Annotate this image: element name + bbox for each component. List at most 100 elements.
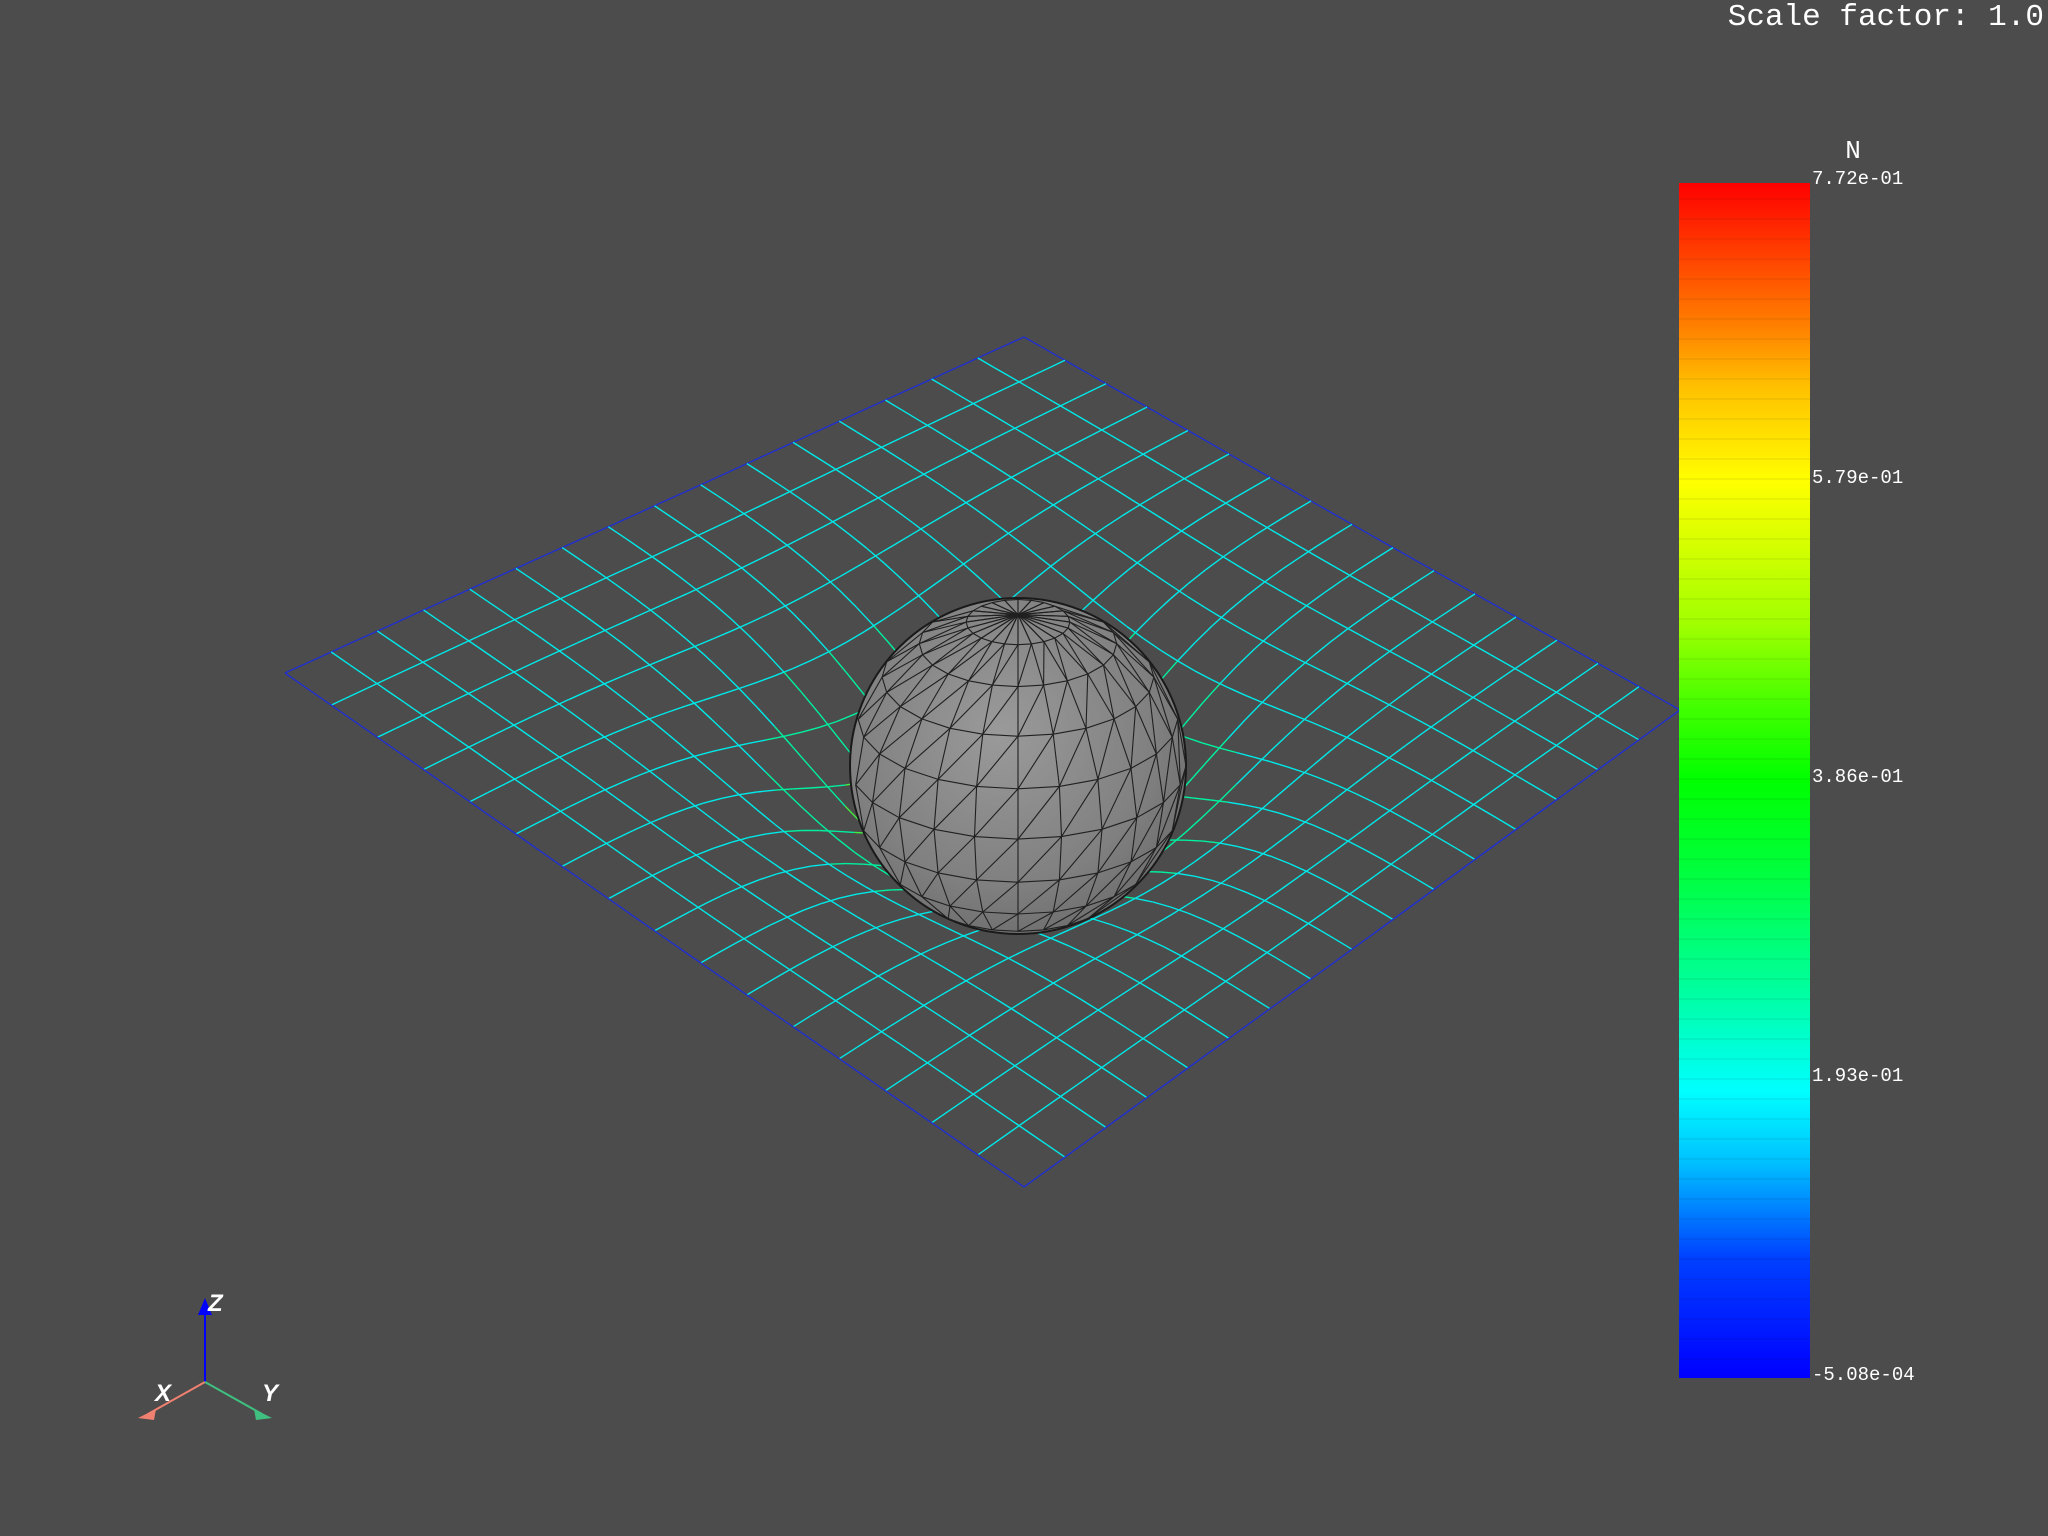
mesh-line (1060, 1084, 1078, 1098)
mesh-line (1480, 732, 1499, 746)
mesh-line (1184, 736, 1203, 744)
mesh-line (889, 1015, 908, 1027)
mesh-line (1231, 561, 1249, 573)
mesh-line (613, 617, 633, 628)
mesh-line (803, 586, 822, 598)
mesh-line (441, 750, 461, 762)
mesh-line (532, 791, 552, 806)
mesh-line (1329, 729, 1348, 739)
mesh-line (1081, 467, 1099, 480)
mesh-line (469, 801, 489, 816)
mesh-line (1126, 443, 1144, 455)
mesh-line (1142, 1026, 1161, 1040)
mesh-line (1254, 632, 1273, 650)
mesh-line (1234, 486, 1253, 499)
mesh-line (832, 511, 852, 523)
mesh-line (1225, 502, 1243, 514)
mesh-line (1159, 660, 1179, 682)
mesh-line (1089, 373, 1107, 385)
mesh-line (1092, 918, 1111, 926)
mesh-line (1335, 948, 1353, 962)
mesh-line (607, 526, 627, 540)
mesh-line (1192, 463, 1212, 475)
mesh-line (1275, 510, 1294, 523)
mesh-line (635, 917, 655, 932)
mesh-line (1110, 923, 1129, 932)
mesh-line (940, 984, 959, 996)
mesh-line (991, 1106, 1011, 1120)
mesh-line (1097, 1009, 1117, 1022)
mesh-line (836, 830, 855, 834)
mesh-line (1103, 962, 1123, 974)
mesh-line (741, 558, 761, 569)
mesh-line (814, 521, 834, 532)
mesh-line (1079, 478, 1099, 490)
mesh-line (1304, 771, 1322, 780)
mesh-line (349, 664, 369, 678)
mesh-line (395, 642, 415, 657)
scale-factor-label: Scale factor: 1.0 (1727, 0, 2044, 35)
mesh-line (1023, 1174, 1041, 1188)
mesh-line (586, 616, 606, 632)
mesh-line (929, 512, 949, 525)
mesh-line (1110, 1072, 1130, 1087)
mesh-line (729, 736, 749, 755)
mesh-line (918, 595, 937, 614)
mesh-line (786, 544, 805, 560)
mesh-line (477, 752, 497, 767)
mesh-line (1481, 701, 1499, 713)
mesh-line (983, 991, 1003, 1004)
mesh-line (1275, 957, 1294, 969)
mesh-line (758, 873, 777, 881)
mesh-line (1061, 488, 1081, 501)
mesh-line (523, 765, 542, 776)
mesh-line (782, 788, 802, 808)
mesh-line (1447, 682, 1466, 694)
mesh-line (625, 538, 644, 552)
mesh-line (523, 625, 542, 639)
mesh-line (1440, 815, 1458, 829)
mesh-line (1264, 899, 1283, 910)
mesh-line (524, 555, 544, 565)
mesh-line (404, 661, 424, 672)
mesh-line (1202, 742, 1220, 749)
mesh-line (972, 394, 992, 405)
mesh-line (284, 672, 304, 687)
mesh-line (1120, 933, 1138, 945)
mesh-line (703, 797, 722, 804)
mesh-line (613, 795, 633, 811)
mesh-line (1087, 1114, 1107, 1128)
mesh-line (605, 842, 626, 857)
mesh-line (604, 781, 624, 791)
mesh-line (650, 601, 670, 611)
mesh-line (947, 501, 967, 514)
mesh-line (607, 888, 627, 900)
mesh-line (1008, 957, 1027, 969)
mesh-line (1357, 875, 1375, 889)
mesh-line (985, 1013, 1004, 1026)
mesh-line (1515, 816, 1533, 831)
mesh-line (1531, 730, 1549, 742)
mesh-line (901, 409, 920, 421)
mesh-line (792, 787, 810, 790)
mesh-line (1247, 571, 1266, 583)
mesh-line (1036, 982, 1054, 994)
mesh-line (1231, 911, 1249, 924)
mesh-line (603, 736, 623, 752)
mesh-line (1457, 593, 1476, 606)
mesh-line (836, 713, 855, 723)
mesh-line (1181, 530, 1199, 542)
mesh-line (679, 894, 699, 908)
mesh-line (1076, 1072, 1094, 1086)
mesh-line (857, 555, 877, 568)
mesh-line (1028, 368, 1047, 379)
mesh-line (969, 450, 987, 462)
mesh-line (1335, 514, 1353, 525)
mesh-line (765, 446, 785, 456)
mesh-line (1304, 703, 1323, 720)
render-viewport[interactable]: Scale factor: 1.0 N 7.72e-01 5.79e-01 3.… (0, 0, 2048, 1536)
mesh-line (1244, 808, 1263, 824)
mesh-line (1663, 700, 1681, 711)
mesh-line (1020, 462, 1039, 474)
mesh-line (1152, 598, 1171, 616)
